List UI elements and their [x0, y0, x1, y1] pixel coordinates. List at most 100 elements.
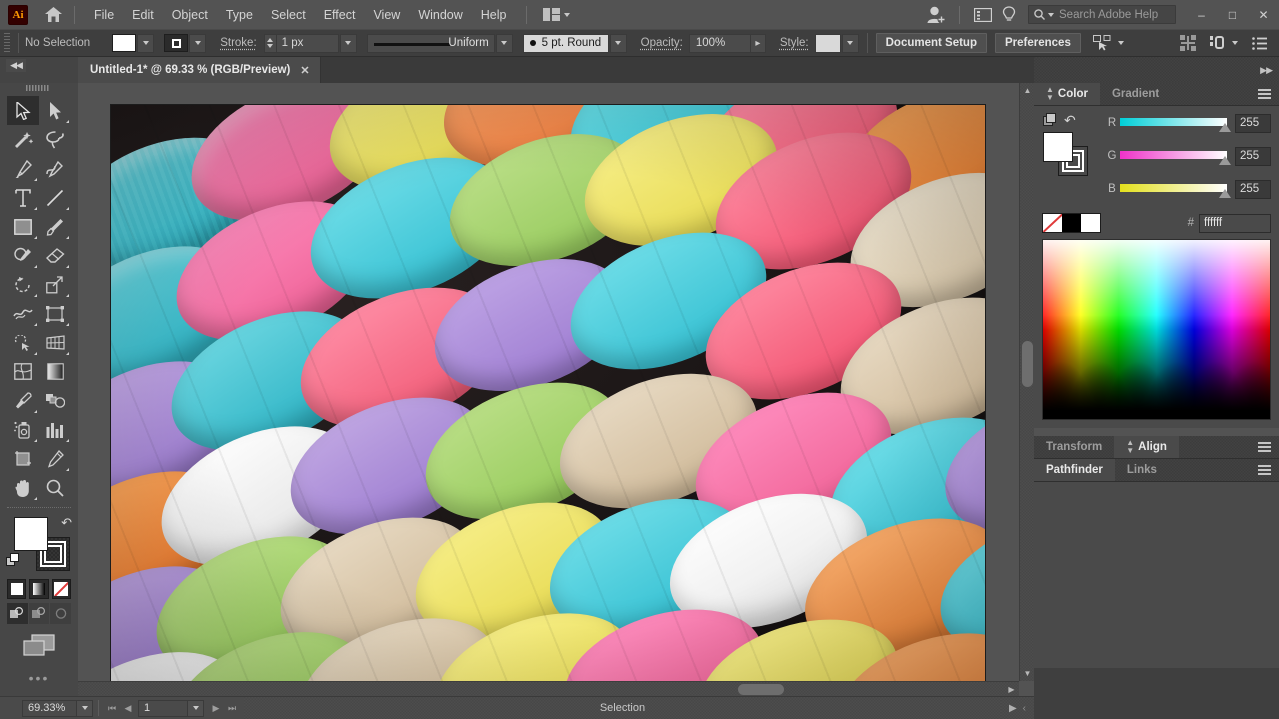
- mesh-tool[interactable]: [7, 357, 39, 386]
- canvas-vertical-scrollbar[interactable]: ▲ ▼: [1019, 83, 1034, 681]
- collapse-panel-icon[interactable]: ◀◀: [6, 59, 26, 72]
- lightbulb-icon[interactable]: [996, 2, 1022, 28]
- width-profile-field[interactable]: Uniform: [367, 34, 495, 53]
- rectangle-tool[interactable]: [7, 212, 39, 241]
- fill-dropdown[interactable]: [137, 34, 154, 53]
- stroke-weight-stepper[interactable]: [264, 34, 277, 53]
- workspace-switcher-icon[interactable]: [970, 2, 996, 28]
- slider-g-thumb[interactable]: [1219, 156, 1231, 165]
- color-spectrum-ramp[interactable]: [1042, 239, 1271, 420]
- slider-r-track[interactable]: [1120, 112, 1227, 134]
- fill-swatch[interactable]: [112, 34, 136, 52]
- draw-inside-mode[interactable]: [50, 603, 71, 624]
- change-screen-mode-icon[interactable]: [0, 624, 78, 658]
- close-icon[interactable]: ✕: [300, 64, 309, 77]
- close-button[interactable]: ✕: [1248, 0, 1279, 29]
- perspective-grid-tool[interactable]: [39, 328, 71, 357]
- tab-pathfinder[interactable]: Pathfinder: [1034, 459, 1115, 481]
- color-mode-color[interactable]: [7, 579, 26, 599]
- chevron-down-icon[interactable]: [1118, 41, 1124, 45]
- zoom-level-field[interactable]: 69.33%: [22, 700, 77, 717]
- opacity-value[interactable]: 100%: [689, 34, 751, 53]
- stroke-weight-value[interactable]: 1 px: [277, 34, 339, 53]
- home-icon[interactable]: [42, 7, 64, 22]
- slider-g-track[interactable]: [1120, 145, 1227, 167]
- swap-fill-stroke-icon[interactable]: ↶: [61, 515, 72, 531]
- resize-grip-icon[interactable]: ‹: [1023, 703, 1026, 714]
- panel-menu-icon[interactable]: [1250, 436, 1279, 458]
- zoom-level-dropdown[interactable]: [77, 700, 93, 717]
- gradient-tool[interactable]: [39, 357, 71, 386]
- vertical-scroll-thumb[interactable]: [1022, 341, 1033, 387]
- tab-transform[interactable]: Transform: [1034, 436, 1114, 458]
- menu-type[interactable]: Type: [217, 4, 262, 26]
- selection-tool[interactable]: [7, 96, 39, 125]
- free-transform-tool[interactable]: [39, 299, 71, 328]
- slice-tool[interactable]: [39, 444, 71, 473]
- opacity-label[interactable]: Opacity:: [641, 37, 683, 49]
- distribute-spacing-button[interactable]: [1210, 36, 1238, 50]
- arrange-documents-button[interactable]: [537, 5, 576, 24]
- tab-links[interactable]: Links: [1115, 459, 1169, 481]
- swatch-none[interactable]: [1043, 214, 1062, 232]
- previous-artboard-icon[interactable]: ◀: [120, 700, 136, 717]
- direct-selection-tool[interactable]: [39, 96, 71, 125]
- paintbrush-tool[interactable]: [39, 212, 71, 241]
- artboard-1[interactable]: [110, 104, 986, 689]
- draw-behind-mode[interactable]: [29, 603, 50, 624]
- tab-align[interactable]: ▲▼ Align: [1114, 436, 1179, 458]
- magic-wand-tool[interactable]: [7, 125, 39, 154]
- opacity-flyout-button[interactable]: ▸: [751, 34, 766, 53]
- canvas-horizontal-scrollbar[interactable]: ▶: [78, 681, 1019, 696]
- line-segment-tool[interactable]: [39, 183, 71, 212]
- color-mode-gradient[interactable]: [29, 579, 48, 599]
- search-input[interactable]: Search Adobe Help: [1028, 5, 1176, 24]
- hand-tool[interactable]: [7, 473, 39, 502]
- swatch-white[interactable]: [1081, 214, 1100, 232]
- rotate-tool[interactable]: [7, 270, 39, 299]
- default-fill-stroke-icon[interactable]: [6, 553, 20, 567]
- zoom-tool[interactable]: [39, 473, 71, 502]
- last-artboard-icon[interactable]: ⏭: [224, 700, 240, 717]
- menu-edit[interactable]: Edit: [123, 4, 163, 26]
- eyedropper-tool[interactable]: [7, 386, 39, 415]
- menu-view[interactable]: View: [364, 4, 409, 26]
- canvas-area[interactable]: ▲ ▼ ▶: [78, 83, 1034, 696]
- horizontal-scroll-thumb[interactable]: [738, 684, 784, 695]
- color-panel-fill-swatch[interactable]: [1043, 132, 1073, 162]
- scroll-right-arrow-icon[interactable]: ▶: [1004, 682, 1019, 697]
- width-tool[interactable]: [7, 299, 39, 328]
- menu-file[interactable]: File: [85, 4, 123, 26]
- pen-tool[interactable]: [7, 154, 39, 183]
- column-graph-tool[interactable]: [39, 415, 71, 444]
- eraser-tool[interactable]: [39, 241, 71, 270]
- width-profile-dropdown[interactable]: [496, 34, 513, 53]
- style-swatch[interactable]: [815, 34, 841, 53]
- style-dropdown[interactable]: [842, 34, 859, 53]
- status-menu-icon[interactable]: ▶: [1009, 703, 1017, 714]
- type-tool[interactable]: [7, 183, 39, 212]
- first-artboard-icon[interactable]: ⏮: [104, 700, 120, 717]
- next-artboard-icon[interactable]: ▶: [208, 700, 224, 717]
- artboard-number-field[interactable]: 1: [138, 700, 188, 717]
- stroke-label[interactable]: Stroke:: [220, 37, 256, 49]
- panel-menu-icon[interactable]: [1250, 83, 1279, 105]
- curvature-tool[interactable]: [39, 154, 71, 183]
- blend-tool[interactable]: [39, 386, 71, 415]
- tab-color[interactable]: ▲▼ Color: [1034, 83, 1100, 105]
- brush-definition-dropdown[interactable]: [610, 34, 627, 53]
- document-tab[interactable]: Untitled-1* @ 69.33 % (RGB/Preview) ✕: [78, 57, 321, 83]
- menu-window[interactable]: Window: [409, 4, 471, 26]
- draw-normal-mode[interactable]: [7, 603, 28, 624]
- user-add-icon[interactable]: [923, 2, 949, 28]
- artboard-tool[interactable]: [7, 444, 39, 473]
- toolbar-grip[interactable]: [26, 85, 52, 91]
- document-setup-button[interactable]: Document Setup: [876, 33, 987, 53]
- symbol-sprayer-tool[interactable]: [7, 415, 39, 444]
- scroll-up-arrow-icon[interactable]: ▲: [1020, 83, 1035, 98]
- preferences-button[interactable]: Preferences: [995, 33, 1081, 53]
- shape-builder-tool[interactable]: [7, 328, 39, 357]
- shaper-tool[interactable]: [7, 241, 39, 270]
- scale-tool[interactable]: [39, 270, 71, 299]
- slider-b-track[interactable]: [1120, 178, 1227, 200]
